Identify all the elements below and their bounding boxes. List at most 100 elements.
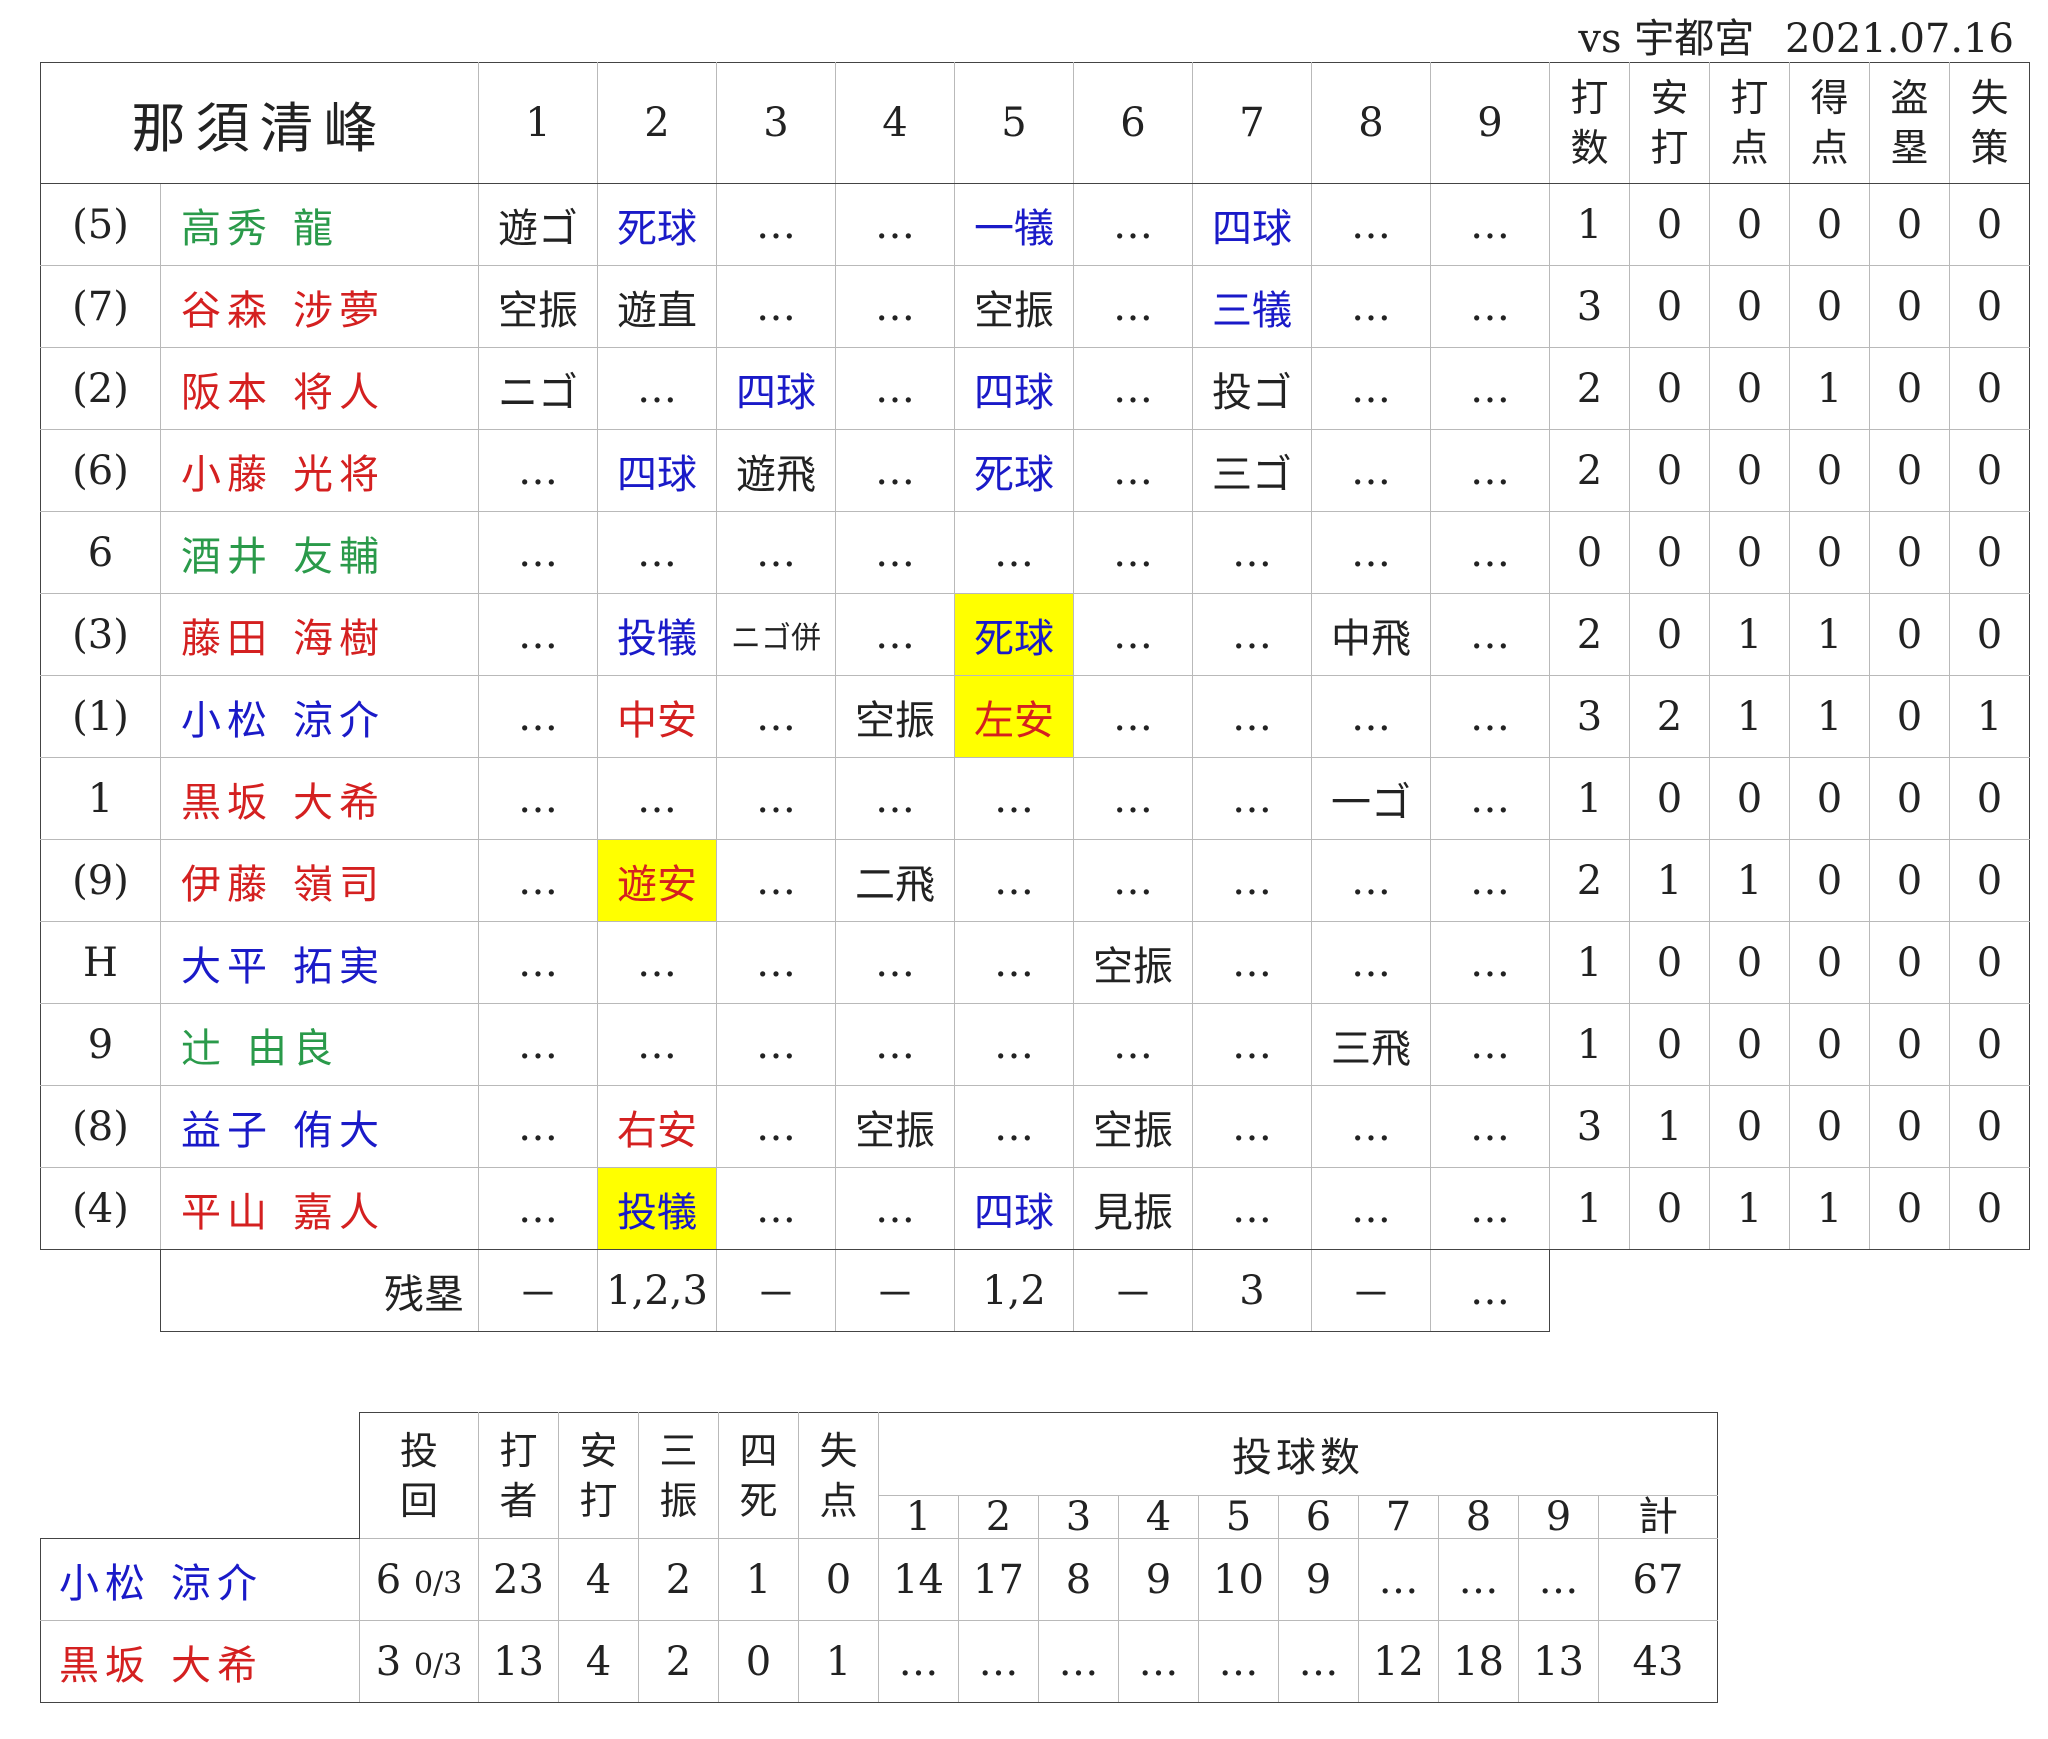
batter-stat: 1: [1629, 839, 1710, 922]
batter-stat: 0: [1949, 1167, 2030, 1250]
at-bat-result: …: [1311, 183, 1431, 266]
stat-header-line: 失: [1970, 76, 2009, 120]
batting-position: H: [40, 921, 161, 1004]
at-bat-result: …: [954, 1085, 1074, 1168]
batter-row: H 大平 拓実…………… 空振……… 1 0 0 0 0 0: [40, 921, 2030, 1004]
pitch-count: …: [1358, 1538, 1439, 1621]
batter-family-name: 黒坂: [181, 779, 273, 826]
at-bat-result: 死球: [597, 183, 717, 266]
pitch-inning-header: 2: [958, 1495, 1039, 1539]
at-bat-result: …: [1073, 593, 1193, 676]
batter-stat: 0: [1789, 839, 1870, 922]
batter-name: 辻由良: [160, 1003, 479, 1086]
batter-stat: 0: [1949, 429, 2030, 512]
at-bat-result: …: [1073, 839, 1193, 922]
game-date: 2021.07.16: [1784, 16, 2014, 62]
inning-header: 7: [1192, 62, 1312, 184]
at-bat-result: 中飛: [1311, 593, 1431, 676]
at-bat-result: …: [1311, 429, 1431, 512]
pitching-table: 投回打者安打三振四死失点投球数 1 2 3 4 5 6 7 8 9 計小松 涼介 6 0/3 23 4 2 1 0…: [40, 1412, 1718, 1703]
stat-header-text: 安打: [1650, 73, 1688, 173]
batter-stat: 0: [1789, 1085, 1870, 1168]
pitching-stat-header: 失点: [798, 1412, 879, 1539]
batter-stat: 0: [1709, 183, 1790, 266]
left-on-base-value: 3: [1192, 1249, 1312, 1332]
at-bat-result: 三飛: [1311, 1003, 1431, 1086]
inning-header: 9: [1430, 62, 1550, 184]
pitch-count: 13: [1518, 1620, 1599, 1703]
batter-name: 平山 嘉人: [160, 1167, 479, 1250]
header-line: 死: [739, 1478, 778, 1523]
at-bat-result: 左安: [954, 675, 1074, 758]
at-bat-result: …: [954, 1003, 1074, 1086]
left-on-base-value: －: [478, 1249, 598, 1332]
batter-stat: 1: [1709, 593, 1790, 676]
at-bat-result: …: [1430, 347, 1550, 430]
pitching-stat-header-text: 四死: [739, 1426, 777, 1526]
batter-stat: 0: [1949, 839, 2030, 922]
at-bat-result: …: [716, 1167, 836, 1250]
pitcher-stat: 1: [798, 1620, 879, 1703]
batter-stat: 2: [1549, 593, 1630, 676]
at-bat-result: …: [1073, 675, 1193, 758]
batter-stat: 0: [1949, 1085, 2030, 1168]
stat-header: 盗塁: [1869, 62, 1950, 184]
pitcher-stat: 4: [558, 1620, 639, 1703]
stat-header-line: 数: [1570, 126, 1609, 170]
batter-stat: 0: [1629, 921, 1710, 1004]
batter-given-name: 海樹: [293, 615, 385, 662]
batter-stat: 0: [1629, 593, 1710, 676]
stat-header-line: 安: [1650, 76, 1689, 120]
at-bat-result: …: [478, 839, 598, 922]
batter-stat: 1: [1949, 675, 2030, 758]
stat-header: 得点: [1789, 62, 1870, 184]
at-bat-result: …: [1430, 921, 1550, 1004]
batter-stat: 0: [1549, 511, 1630, 594]
at-bat-result: …: [835, 183, 955, 266]
batter-given-name: 涼介: [293, 697, 385, 744]
batter-row: 6 酒井 友輔……………………… 0 0 0 0 0 0: [40, 511, 2030, 594]
batter-stat: 0: [1789, 921, 1870, 1004]
at-bat-result: …: [716, 921, 836, 1004]
at-bat-result: 二飛: [835, 839, 955, 922]
at-bat-result: 死球: [954, 593, 1074, 676]
batter-stat: 0: [1869, 757, 1950, 840]
header-line: 投: [399, 1428, 438, 1473]
at-bat-result: …: [1192, 593, 1312, 676]
batting-position: (9): [40, 839, 161, 922]
at-bat-result: …: [835, 429, 955, 512]
stat-header-line: 点: [1730, 126, 1769, 170]
at-bat-result: 四球: [1192, 183, 1312, 266]
batting-position: 6: [40, 511, 161, 594]
batter-name: 谷森 涉夢: [160, 265, 479, 348]
pitcher-family-name: 黒坂: [59, 1642, 151, 1689]
batter-row: (9) 伊藤 嶺司… 遊安… 二飛…………… 2 1 1 0 0 0: [40, 839, 2030, 922]
pitch-count: …: [878, 1620, 959, 1703]
at-bat-result: …: [835, 593, 955, 676]
left-on-base-value: －: [1311, 1249, 1431, 1332]
batter-given-name: 拓実: [293, 943, 385, 990]
at-bat-result: 投犠: [597, 593, 717, 676]
pitching-stat-header: 打者: [478, 1412, 559, 1539]
pitching-stat-header-text: 打者: [499, 1426, 537, 1526]
at-bat-result: …: [835, 511, 955, 594]
pitch-count: 43: [1598, 1620, 1718, 1703]
pitch-count: 67: [1598, 1538, 1718, 1621]
pitch-inning-header: 7: [1358, 1495, 1439, 1539]
innings-pitched-whole: 6: [375, 1556, 402, 1603]
batter-family-name: 辻: [181, 1025, 227, 1072]
at-bat-result: 一犠: [954, 183, 1074, 266]
batter-stat: 1: [1549, 757, 1630, 840]
at-bat-result: …: [1073, 347, 1193, 430]
stat-header-line: 打: [1650, 126, 1689, 170]
batter-name: 大平 拓実: [160, 921, 479, 1004]
left-on-base-value: －: [1073, 1249, 1193, 1332]
batter-family-name: 阪本: [181, 369, 273, 416]
batter-given-name: 涉夢: [293, 287, 385, 334]
at-bat-result: 中安: [597, 675, 717, 758]
at-bat-result: …: [597, 1003, 717, 1086]
at-bat-result: ニゴ併: [716, 593, 836, 676]
batter-stat: 0: [1869, 921, 1950, 1004]
batter-stat: 2: [1629, 675, 1710, 758]
at-bat-result: …: [716, 511, 836, 594]
